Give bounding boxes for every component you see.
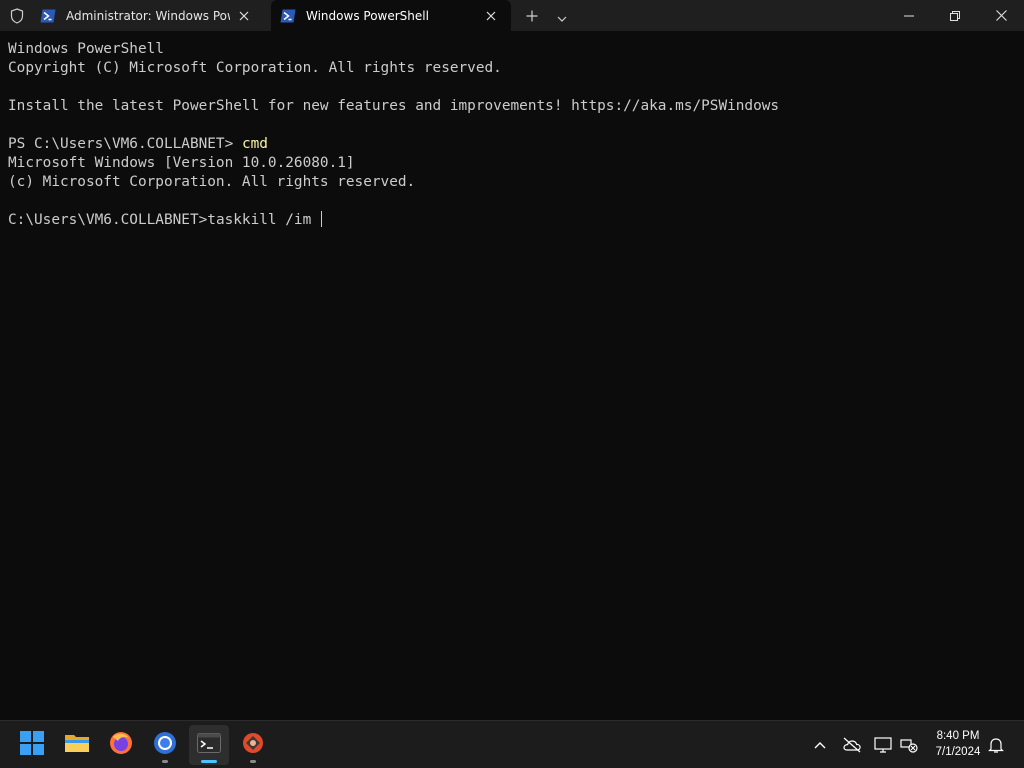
command-input[interactable]: taskkill /im: [207, 212, 320, 228]
terminal-output[interactable]: Windows PowerShell Copyright (C) Microso…: [0, 31, 1024, 720]
close-icon[interactable]: [230, 2, 258, 30]
powershell-icon: [280, 8, 296, 24]
terminal-line: (c) Microsoft Corporation. All rights re…: [8, 174, 416, 190]
entered-command: cmd: [241, 136, 268, 152]
cloud-offline-icon[interactable]: [842, 735, 862, 755]
close-icon[interactable]: [477, 2, 505, 30]
terminal-icon: [197, 733, 221, 757]
powershell-prompt-line: PS C:\Users\VM6.COLLABNET> cmd: [8, 135, 1024, 154]
file-explorer-button[interactable]: [57, 725, 97, 765]
maximize-button[interactable]: [932, 0, 978, 31]
tab-label: Windows PowerShell: [306, 8, 429, 23]
app-button[interactable]: [233, 725, 273, 765]
display-icon[interactable]: [873, 735, 893, 755]
cmd-prompt: C:\Users\VM6.COLLABNET>: [8, 212, 208, 228]
powershell-icon: [40, 8, 56, 24]
terminal-button[interactable]: [189, 725, 229, 765]
chevron-up-icon[interactable]: [810, 735, 830, 755]
firefox-icon: [109, 731, 133, 759]
new-tab-button[interactable]: [520, 4, 544, 28]
notification-bell-icon[interactable]: [986, 735, 1006, 755]
tab-label: Administrator: Windows PowerShell: [66, 8, 230, 23]
firefox-button[interactable]: [101, 725, 141, 765]
terminal-line: Windows PowerShell: [8, 41, 164, 57]
plus-icon: [526, 7, 538, 26]
start-icon: [20, 731, 44, 759]
text-cursor: [320, 211, 322, 227]
powershell-prompt: PS C:\Users\VM6.COLLABNET>: [8, 136, 242, 152]
chrome-button[interactable]: [145, 725, 185, 765]
shield-icon: [8, 7, 26, 25]
network-icon[interactable]: [899, 735, 919, 755]
taskbar: 8:40 PM 7/1/2024: [0, 720, 1024, 768]
terminal-line: Microsoft Windows [Version 10.0.26080.1]: [8, 155, 355, 171]
chevron-down-icon: [557, 7, 567, 26]
terminal-line: Copyright (C) Microsoft Corporation. All…: [8, 60, 502, 76]
title-bar: Administrator: Windows PowerShell Window…: [0, 0, 1024, 31]
file-explorer-icon: [64, 732, 90, 758]
minimize-icon: [904, 6, 914, 25]
terminal-line: Install the latest PowerShell for new fe…: [8, 98, 780, 114]
clock-time: 8:40 PM: [936, 730, 980, 742]
open-indicator: [250, 760, 256, 763]
tab-windows-powershell[interactable]: Windows PowerShell: [271, 0, 511, 31]
cmd-input-line[interactable]: C:\Users\VM6.COLLABNET>taskkill /im: [8, 211, 1024, 230]
restore-icon: [950, 6, 960, 25]
system-clock[interactable]: 8:40 PM 7/1/2024: [926, 728, 990, 760]
start-button[interactable]: [12, 725, 52, 765]
open-indicator: [162, 760, 168, 763]
clock-date: 7/1/2024: [935, 746, 981, 758]
app-icon: [241, 731, 265, 759]
tab-administrator-powershell[interactable]: Administrator: Windows PowerShell: [31, 0, 269, 31]
active-indicator: [201, 760, 217, 763]
chrome-icon: [153, 731, 177, 759]
tab-dropdown-button[interactable]: [551, 4, 573, 28]
window-close-button[interactable]: [978, 0, 1024, 31]
minimize-button[interactable]: [886, 0, 932, 31]
close-icon: [995, 6, 1007, 25]
